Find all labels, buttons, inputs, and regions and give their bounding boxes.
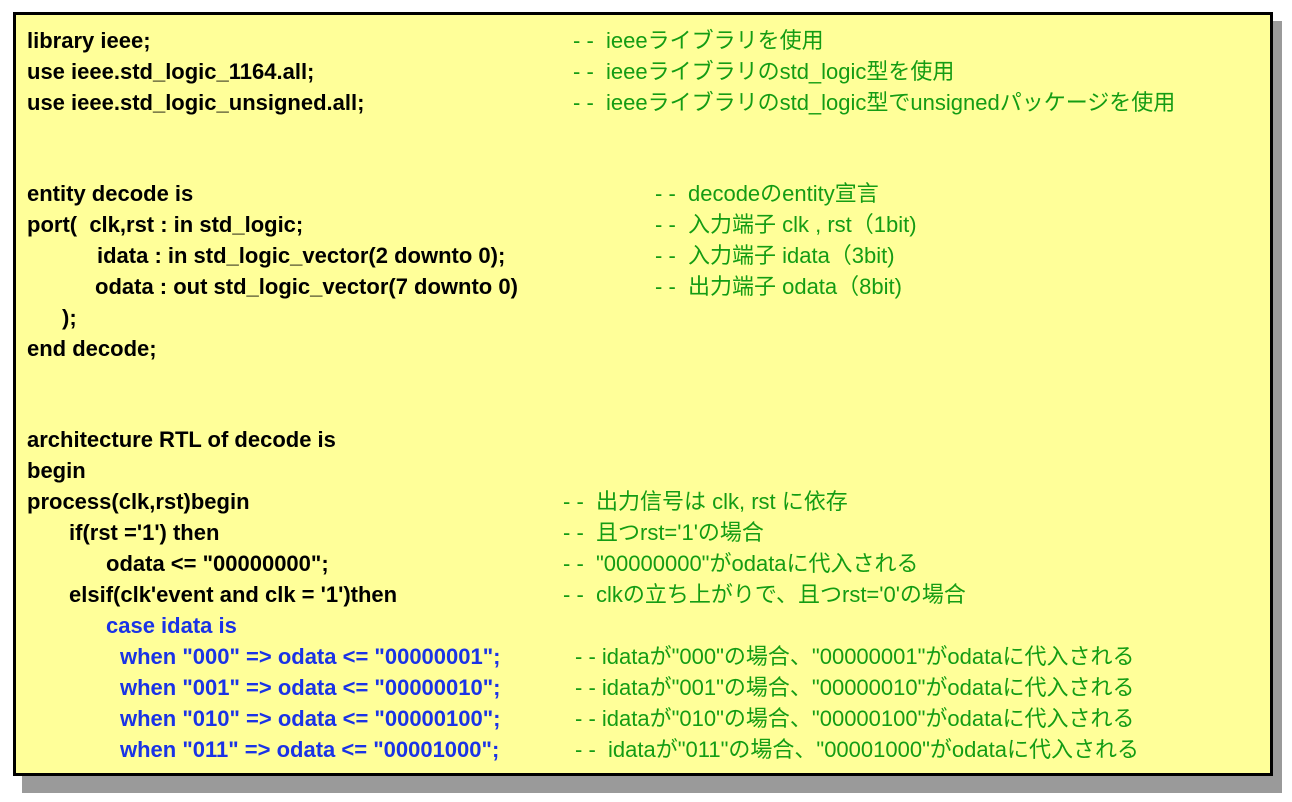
code-comment: - - idataが"011"の場合、"00001000"がodataに代入され… [575,737,1139,762]
code-comment: - - "00000000"がodataに代入される [563,551,919,576]
code-comment: - - ieeeライブラリを使用 [573,28,824,53]
code-line: case idata is [106,613,237,638]
code-line: when "000" => odata <= "00000001"; [120,644,501,669]
code-line: when "001" => odata <= "00000010"; [120,675,501,700]
code-line: begin [27,458,86,483]
code-comment: - - clkの立ち上がりで、且つrst='0'の場合 [563,582,966,607]
code-line: architecture RTL of decode is [27,427,336,452]
code-line: port( clk,rst : in std_logic; [27,212,304,237]
code-comment: - - 且つrst='1'の場合 [563,520,764,545]
code-comment: - - ieeeライブラリのstd_logic型を使用 [573,59,955,84]
code-line: use ieee.std_logic_unsigned.all; [27,90,365,115]
code-line: odata <= "00000000"; [106,551,329,576]
code-line: if(rst ='1') then [69,520,220,545]
code-comment: - - 出力端子 odata（8bit) [655,274,902,299]
code-line: elsif(clk'event and clk = '1')then [69,582,398,607]
code-comment: - - idataが"001"の場合、"00000010"がodataに代入され… [575,675,1135,700]
code-comment: - - idataが"000"の場合、"00000001"がodataに代入され… [575,644,1135,669]
code-line: process(clk,rst)begin [27,489,250,514]
code-line: library ieee; [27,28,151,53]
code-line: end decode; [27,336,157,361]
code-comment: - - ieeeライブラリのstd_logic型でunsignedパッケージを使… [573,90,1176,115]
code-comment: - - idataが"010"の場合、"00000100"がodataに代入され… [575,706,1135,731]
code-comment: - - 出力信号は clk, rst に依存 [563,489,848,514]
code-comment: - - 入力端子 idata（3bit) [655,243,895,268]
code-line: when "010" => odata <= "00000100"; [120,706,501,731]
code-line: idata : in std_logic_vector(2 downto 0); [97,243,506,268]
code-line: entity decode is [27,181,194,206]
code-line: when "011" => odata <= "00001000"; [120,737,500,762]
code-comment: - - 入力端子 clk , rst（1bit) [655,212,917,237]
code-line: odata : out std_logic_vector(7 downto 0) [95,274,518,299]
code-line: ); [62,305,77,330]
code-line: use ieee.std_logic_1164.all; [27,59,315,84]
code-comment: - - decodeのentity宣言 [655,181,879,206]
